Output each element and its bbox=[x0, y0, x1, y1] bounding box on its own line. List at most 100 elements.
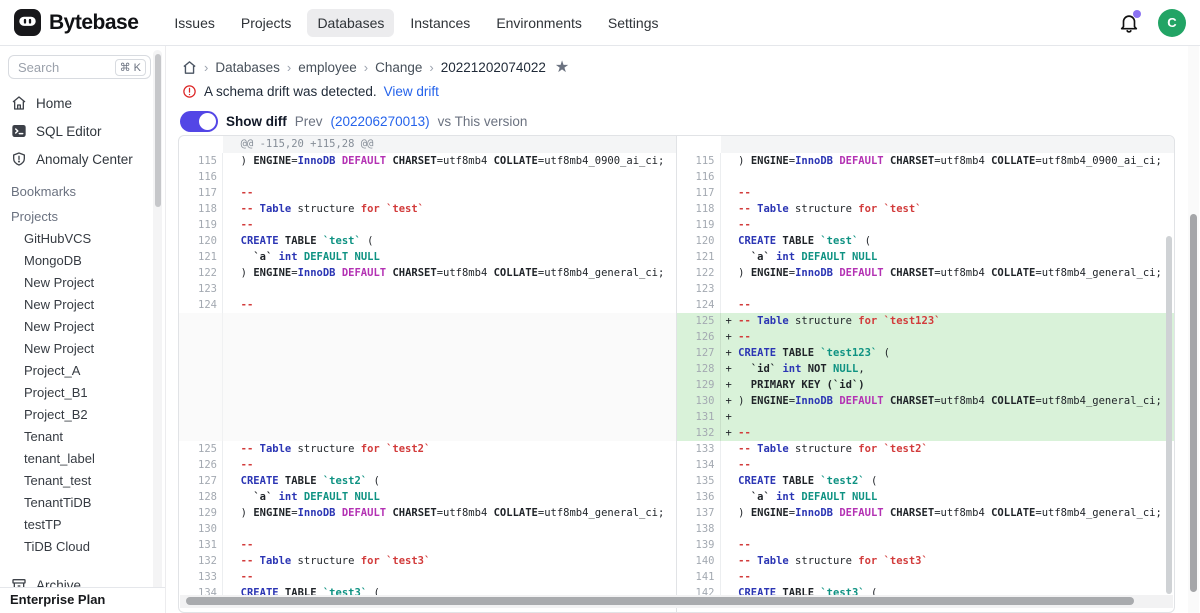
nav-item-projects[interactable]: Projects bbox=[231, 9, 302, 37]
breadcrumb-separator: › bbox=[364, 60, 368, 75]
line-code bbox=[223, 393, 676, 409]
sidebar-project-project_b2[interactable]: Project_B2 bbox=[0, 404, 165, 426]
line-code bbox=[223, 329, 676, 345]
sidebar-project-new-project[interactable]: New Project bbox=[0, 272, 165, 294]
line-code: -- Table structure for `test` bbox=[223, 201, 676, 217]
sidebar-project-tenant_test[interactable]: Tenant_test bbox=[0, 470, 165, 492]
diff-context-line: 124 -- bbox=[677, 297, 1175, 313]
diff-context-line: 124 -- bbox=[179, 297, 676, 313]
line-number: 117 bbox=[179, 185, 223, 201]
sidebar-project-new-project[interactable]: New Project bbox=[0, 294, 165, 316]
diff-vscrollbar-thumb[interactable] bbox=[1166, 236, 1172, 594]
breadcrumb-item-databases[interactable]: Databases bbox=[215, 60, 280, 75]
diff-context-line: 133 -- bbox=[179, 569, 676, 585]
diff-context-line: 115 ) ENGINE=InnoDB DEFAULT CHARSET=utf8… bbox=[179, 153, 676, 169]
brand-name: Bytebase bbox=[49, 11, 138, 35]
show-diff-label: Show diff bbox=[226, 114, 287, 129]
sidebar-project-tenanttidb[interactable]: TenantTiDB bbox=[0, 492, 165, 514]
diff-context-line: 126 -- bbox=[179, 457, 676, 473]
sidebar-item-anomaly-center[interactable]: Anomaly Center bbox=[0, 145, 165, 173]
line-number bbox=[179, 361, 223, 377]
line-number: 124 bbox=[179, 297, 223, 313]
breadcrumb-separator: › bbox=[204, 60, 208, 75]
diff-context-line: 116 bbox=[677, 169, 1175, 185]
view-drift-link[interactable]: View drift bbox=[384, 84, 439, 99]
line-code: -- bbox=[721, 537, 1175, 553]
line-code: -- Table structure for `test3` bbox=[223, 553, 676, 569]
line-number: 121 bbox=[179, 249, 223, 265]
breadcrumb-item-employee[interactable]: employee bbox=[298, 60, 357, 75]
sidebar-project-new-project[interactable]: New Project bbox=[0, 338, 165, 360]
diff-panel-current: 115 ) ENGINE=InnoDB DEFAULT CHARSET=utf8… bbox=[677, 136, 1175, 612]
diff-added-line: 131+ bbox=[677, 409, 1175, 425]
bytebase-logo[interactable]: Bytebase bbox=[14, 9, 138, 36]
notification-bell-icon[interactable] bbox=[1118, 12, 1140, 34]
sidebar-project-githubvcs[interactable]: GitHubVCS bbox=[0, 228, 165, 250]
sidebar-item-label: Anomaly Center bbox=[36, 152, 133, 167]
line-number bbox=[179, 136, 223, 153]
sidebar-project-project_b1[interactable]: Project_B1 bbox=[0, 382, 165, 404]
line-code: ) ENGINE=InnoDB DEFAULT CHARSET=utf8mb4 … bbox=[223, 265, 676, 281]
diff-added-line: 127+ CREATE TABLE `test123` ( bbox=[677, 345, 1175, 361]
line-code: -- Table structure for `test2` bbox=[223, 441, 676, 457]
search-shortcut: ⌘ K bbox=[115, 59, 146, 76]
line-code: -- bbox=[223, 537, 676, 553]
line-code: + `id` int NOT NULL, bbox=[721, 361, 1175, 377]
sidebar-project-mongodb[interactable]: MongoDB bbox=[0, 250, 165, 272]
diff-context-line: 119 -- bbox=[179, 217, 676, 233]
nav-item-instances[interactable]: Instances bbox=[400, 9, 480, 37]
line-code: ) ENGINE=InnoDB DEFAULT CHARSET=utf8mb4 … bbox=[721, 505, 1175, 521]
sidebar-project-project_a[interactable]: Project_A bbox=[0, 360, 165, 382]
line-number bbox=[179, 409, 223, 425]
diff-context-line: 120 CREATE TABLE `test` ( bbox=[179, 233, 676, 249]
nav-item-settings[interactable]: Settings bbox=[598, 9, 669, 37]
breadcrumb: ›Databases›employee›Change›2022120207402… bbox=[166, 46, 1200, 75]
diff-added-line: 129+ PRIMARY KEY (`id`) bbox=[677, 377, 1175, 393]
sidebar-project-tidb-cloud[interactable]: TiDB Cloud bbox=[0, 536, 165, 558]
sidebar-project-new-project[interactable]: New Project bbox=[0, 316, 165, 338]
search-placeholder: Search bbox=[18, 60, 115, 75]
line-code: + PRIMARY KEY (`id`) bbox=[721, 377, 1175, 393]
line-code: CREATE TABLE `test` ( bbox=[721, 233, 1175, 249]
sidebar-project-tenant_label[interactable]: tenant_label bbox=[0, 448, 165, 470]
nav-item-databases[interactable]: Databases bbox=[307, 9, 394, 37]
sidebar-item-home[interactable]: Home bbox=[0, 89, 165, 117]
sidebar-project-testtp[interactable]: testTP bbox=[0, 514, 165, 536]
line-code: -- Table structure for `test2` bbox=[721, 441, 1175, 457]
prev-version-link[interactable]: (202206270013) bbox=[331, 114, 430, 129]
nav-item-environments[interactable]: Environments bbox=[486, 9, 592, 37]
line-code bbox=[721, 136, 1175, 153]
line-number: 117 bbox=[677, 185, 721, 201]
line-code: -- Table structure for `test` bbox=[721, 201, 1175, 217]
line-number: 133 bbox=[179, 569, 223, 585]
page-scrollbar-thumb[interactable] bbox=[1190, 214, 1197, 592]
line-number: 128 bbox=[677, 361, 721, 377]
sidebar-project-tenant[interactable]: Tenant bbox=[0, 426, 165, 448]
nav-item-issues[interactable]: Issues bbox=[164, 9, 224, 37]
terminal-icon bbox=[11, 123, 27, 139]
sidebar-scrollbar-thumb[interactable] bbox=[155, 54, 161, 207]
sidebar-item-sql-editor[interactable]: SQL Editor bbox=[0, 117, 165, 145]
diff-hscrollbar-thumb[interactable] bbox=[186, 597, 1134, 605]
line-number: 123 bbox=[179, 281, 223, 297]
line-code: @@ -115,20 +115,28 @@ bbox=[223, 136, 676, 153]
line-number: 121 bbox=[677, 249, 721, 265]
diff-hunk-header: @@ -115,20 +115,28 @@ bbox=[179, 136, 676, 153]
home-icon[interactable] bbox=[182, 60, 197, 75]
show-diff-toggle[interactable] bbox=[180, 111, 218, 132]
breadcrumb-separator: › bbox=[287, 60, 291, 75]
breadcrumb-item-change[interactable]: Change bbox=[375, 60, 422, 75]
line-number: 116 bbox=[179, 169, 223, 185]
line-number: 122 bbox=[179, 265, 223, 281]
line-number bbox=[179, 329, 223, 345]
search-input[interactable]: Search ⌘ K bbox=[8, 55, 151, 79]
avatar[interactable]: C bbox=[1158, 9, 1186, 37]
line-number bbox=[179, 393, 223, 409]
line-code: + -- bbox=[721, 329, 1175, 345]
line-number: 139 bbox=[677, 537, 721, 553]
diff-context-line: 136 `a` int DEFAULT NULL bbox=[677, 489, 1175, 505]
diff-context-line: 140 -- Table structure for `test3` bbox=[677, 553, 1175, 569]
breadcrumb-item-20221202074022[interactable]: 20221202074022 bbox=[441, 60, 546, 75]
diff-added-line: 125+ -- Table structure for `test123` bbox=[677, 313, 1175, 329]
bookmark-star-icon[interactable]: ★ bbox=[555, 61, 569, 75]
